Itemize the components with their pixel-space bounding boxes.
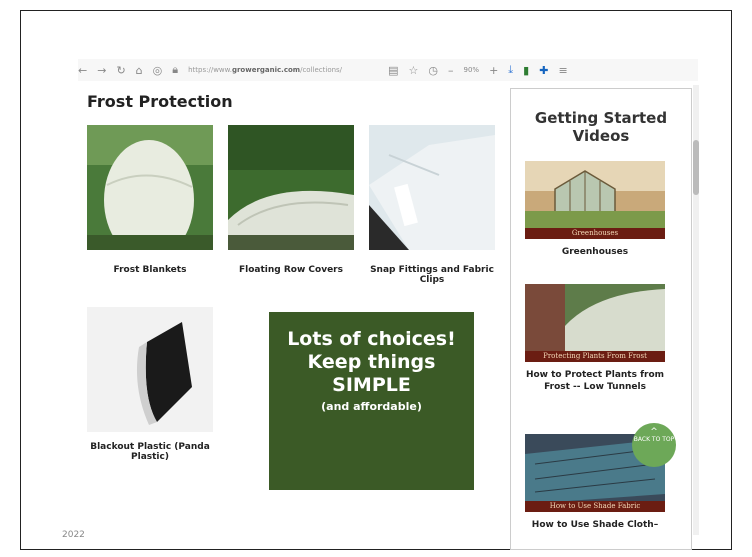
star-icon[interactable]: ☆ [409,64,419,77]
snap-fittings-image [369,125,495,250]
product-blackout-plastic[interactable]: Blackout Plastic (Panda Plastic) [87,307,213,482]
page-title: Frost Protection [87,92,233,111]
scrollbar-thumb[interactable] [693,140,699,195]
video-thumbnail[interactable]: Protecting Plants From Frost [525,284,665,362]
home-icon[interactable]: ⌂ [136,64,143,77]
row-cover-image [228,125,354,250]
forward-icon[interactable]: → [97,64,106,77]
sidebar-videos: Getting Started Videos Greenhouses Green… [510,88,692,550]
product-frost-blankets[interactable]: Frost Blankets [87,125,213,285]
callout-main: Lots of choices! Keep things SIMPLE [287,328,456,396]
product-snap-fittings[interactable]: Snap Fittings and Fabric Clips [369,125,495,295]
reload-icon[interactable]: ↻ [116,64,125,77]
reader-icon[interactable]: ▤ [388,64,398,77]
sidebar-heading: Getting Started Videos [534,109,668,145]
url-path: /collections/ [300,66,343,74]
video-title[interactable]: How to Use Shade Cloth– [525,519,665,531]
product-label[interactable]: Floating Row Covers [228,265,354,275]
chevron-up-icon: ^ [650,427,658,437]
scrollbar[interactable] [693,85,699,535]
download-icon[interactable]: ⤓ [508,63,513,77]
video-card-greenhouses[interactable]: Greenhouses Greenhouses [525,161,665,258]
video-banner: Protecting Plants From Frost [525,351,665,362]
lock-icon: 🔒︎ [172,63,179,76]
product-label[interactable]: Blackout Plastic (Panda Plastic) [87,442,213,462]
history-icon[interactable]: ◷ [428,64,438,77]
video-banner: Greenhouses [525,228,665,239]
product-label[interactable]: Snap Fittings and Fabric Clips [369,265,495,285]
slide-year: 2022 [62,530,85,540]
zoom-in-icon[interactable]: + [489,64,498,77]
menu-icon[interactable]: ≡ [558,64,567,77]
video-title[interactable]: How to Protect Plants from Frost -- Low … [525,369,665,393]
product-label[interactable]: Frost Blankets [87,265,213,275]
shield-icon[interactable]: ◎ [153,64,163,77]
zoom-level[interactable]: 90% [464,66,480,74]
zoom-out-icon[interactable]: – [448,64,454,77]
callout-sub: (and affordable) [321,400,422,413]
blackout-plastic-image [87,307,213,432]
url-domain: growerganic.com [231,66,301,74]
video-banner: How to Use Shade Fabric [525,501,665,512]
video-card-frost[interactable]: Protecting Plants From Frost How to Prot… [525,284,665,393]
url-field[interactable]: https://www.growerganic.com/collections/ [188,66,378,74]
callout-box: Lots of choices! Keep things SIMPLE (and… [269,312,474,490]
extension-icon[interactable]: ▮ [523,64,529,77]
url-prefix: https://www. [188,66,232,74]
puzzle-icon[interactable]: ✚ [539,64,548,77]
frost-blanket-image [87,125,213,250]
back-to-top-label: BACK TO TOP [633,436,675,443]
browser-toolbar: ← → ↻ ⌂ ◎ 🔒︎ https://www.growerganic.com… [78,59,698,81]
product-floating-row-covers[interactable]: Floating Row Covers [228,125,354,285]
back-icon[interactable]: ← [78,64,87,77]
back-to-top-button[interactable]: ^ BACK TO TOP [632,423,676,467]
video-thumbnail[interactable]: Greenhouses [525,161,665,239]
video-title[interactable]: Greenhouses [525,246,665,258]
